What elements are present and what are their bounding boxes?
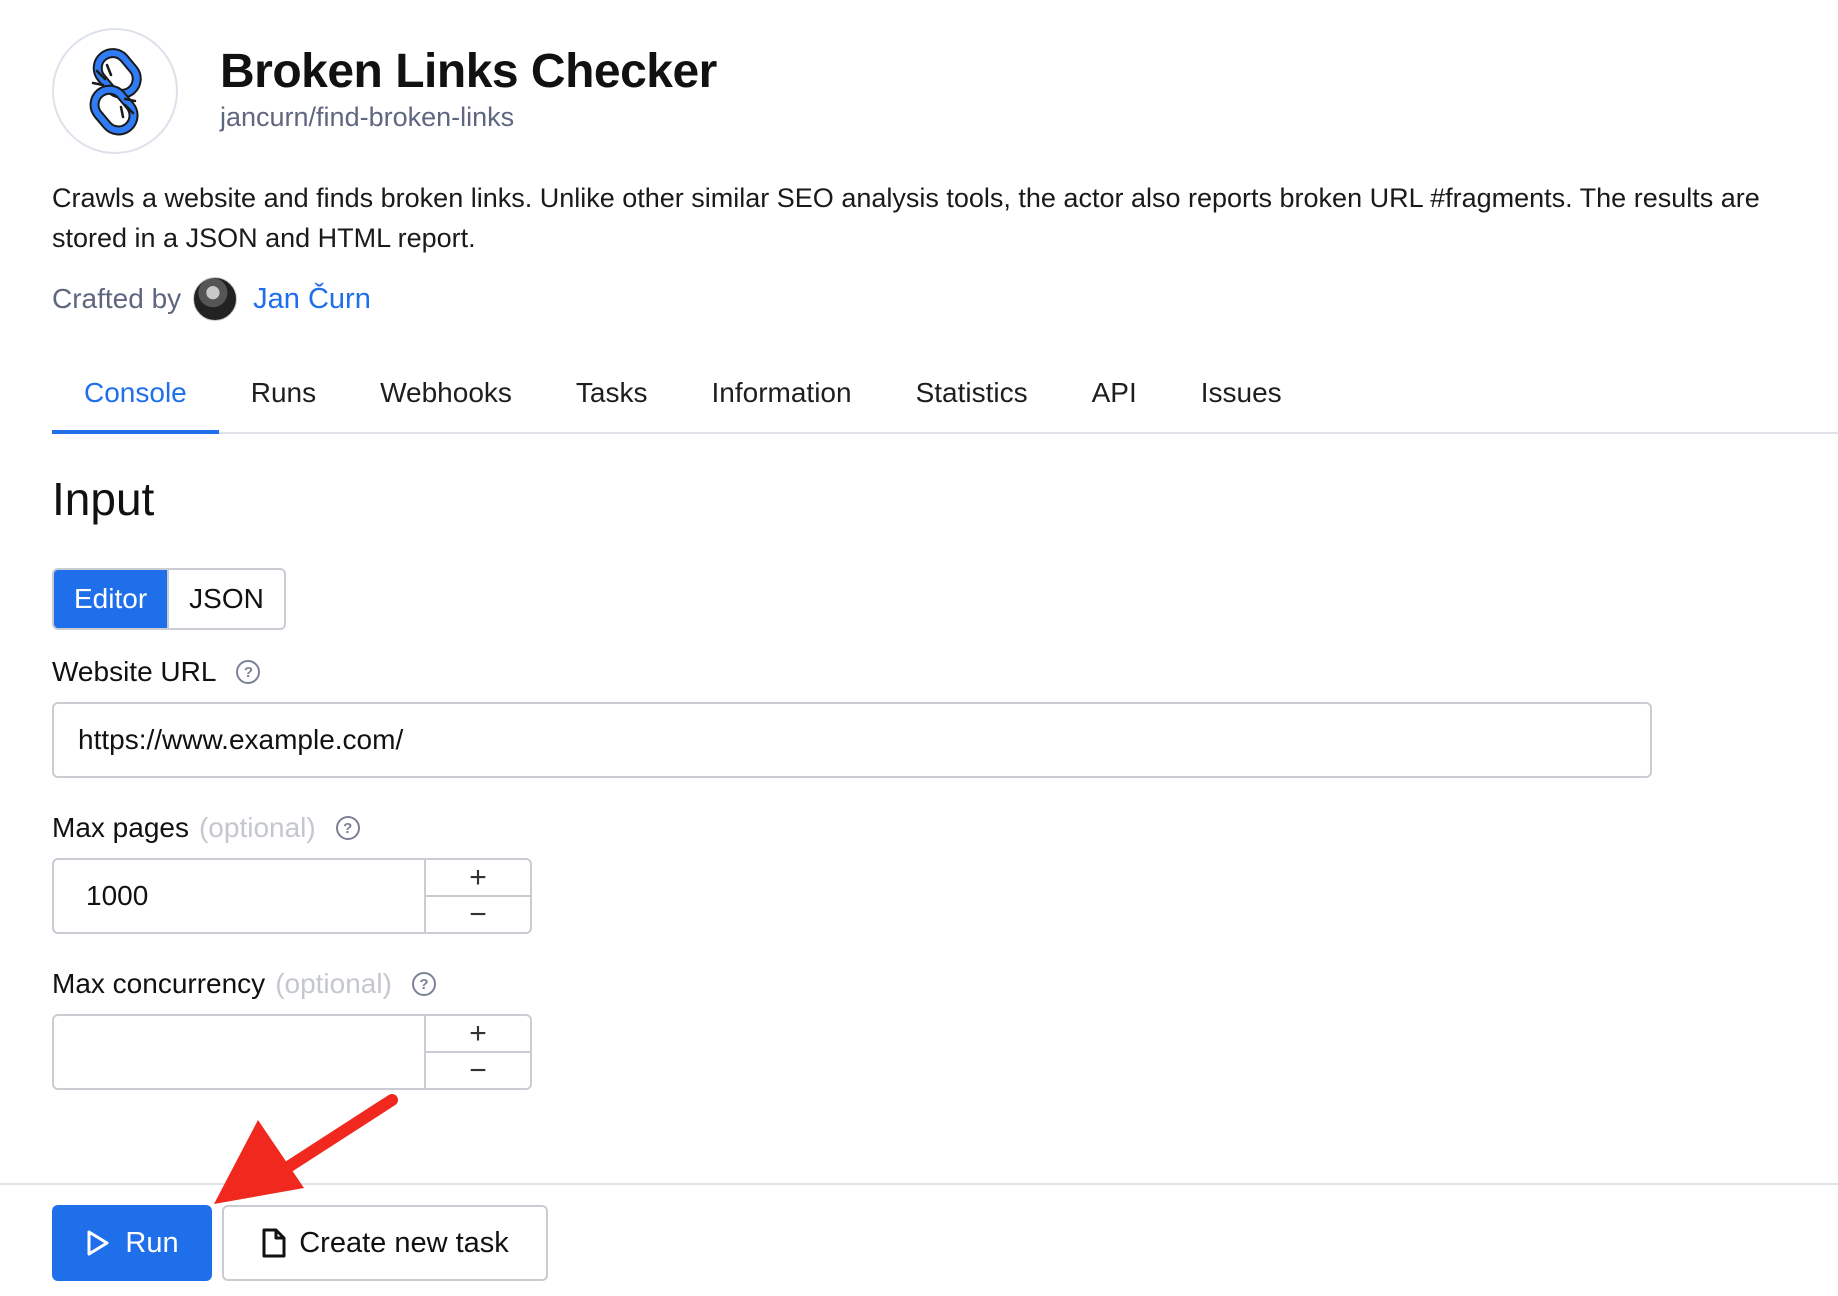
max-concurrency-stepper: + − [52,1014,532,1090]
tab-tasks[interactable]: Tasks [544,360,680,432]
tab-issues[interactable]: Issues [1169,360,1314,432]
actor-slug: jancurn/find-broken-links [220,102,515,132]
document-icon [262,1228,286,1258]
actor-description: Crawls a website and finds broken links.… [52,183,1760,253]
max-concurrency-help-icon[interactable]: ? [411,972,436,996]
max-concurrency-stepper-buttons: + − [424,1016,530,1088]
max-concurrency-label-row: Max concurrency (optional) ? [52,968,436,1000]
max-concurrency-label: Max concurrency [52,968,266,999]
max-pages-label-row: Max pages (optional) ? [52,812,360,844]
create-new-task-button[interactable]: Create new task [222,1205,548,1281]
max-concurrency-optional-label: (optional) [275,968,392,999]
max-pages-optional-label: (optional) [198,812,316,843]
max-pages-increment-button[interactable]: + [426,860,530,897]
tab-statistics[interactable]: Statistics [884,360,1060,432]
max-pages-input[interactable] [54,860,424,932]
input-section-title: Input [52,473,155,525]
broken-chain-link-icon [89,48,142,136]
tab-webhooks[interactable]: Webhooks [348,360,544,432]
author-link[interactable]: Jan Čurn [253,283,371,316]
editor-mode-button[interactable]: Editor [54,570,168,628]
run-button-label: Run [125,1226,179,1259]
website-url-label: Website URL [52,656,217,687]
footer-divider [0,1183,1838,1185]
website-url-label-row: Website URL ? [52,656,261,688]
max-concurrency-decrement-button[interactable]: − [426,1053,530,1088]
play-icon [87,1230,109,1256]
website-url-input[interactable] [52,702,1652,778]
tab-console[interactable]: Console [52,360,219,434]
max-pages-decrement-button[interactable]: − [426,897,530,932]
input-mode-toggle: Editor JSON [52,568,286,630]
actor-title: Broken Links Checker [220,45,717,98]
crafted-by-row: Crafted by Jan Čurn [52,276,371,322]
max-pages-stepper-buttons: + − [424,860,530,932]
max-concurrency-input[interactable] [54,1016,424,1088]
max-concurrency-increment-button[interactable]: + [426,1016,530,1053]
actor-logo [52,28,178,154]
json-mode-button[interactable]: JSON [167,570,284,628]
website-url-help-icon[interactable]: ? [236,660,261,684]
actor-tabs: Console Runs Webhooks Tasks Information … [52,360,1838,434]
max-pages-stepper: + − [52,858,532,934]
tab-api[interactable]: API [1060,360,1169,432]
tab-information[interactable]: Information [679,360,883,432]
tab-runs[interactable]: Runs [219,360,348,432]
author-avatar[interactable] [193,277,238,321]
run-button[interactable]: Run [52,1205,212,1281]
create-new-task-label: Create new task [299,1226,509,1259]
actor-console-page: Broken Links Checker jancurn/find-broken… [0,0,1838,1296]
crafted-by-label: Crafted by [52,283,182,314]
max-pages-label: Max pages [52,812,189,843]
max-pages-help-icon[interactable]: ? [335,816,360,840]
